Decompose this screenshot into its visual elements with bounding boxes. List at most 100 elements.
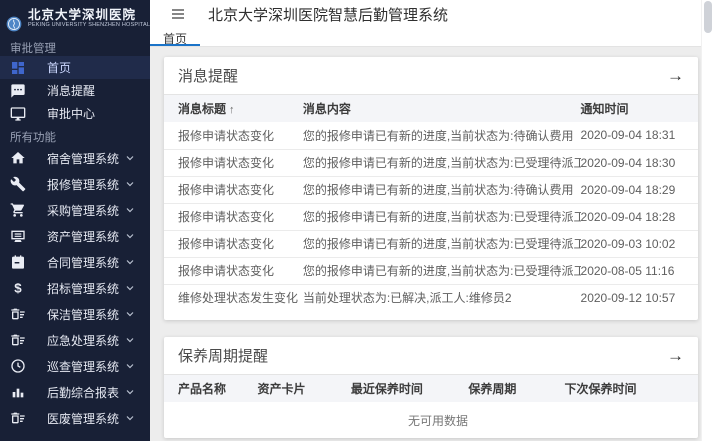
- chevron-down-icon: [124, 204, 136, 216]
- table-row[interactable]: 维修处理状态发生变化当前处理状态为:已解决,派工人:维修员22020-09-12…: [164, 284, 698, 311]
- sidebar-item[interactable]: 首页: [0, 56, 150, 79]
- arrow-right-icon[interactable]: →: [667, 347, 684, 364]
- messages-column-header[interactable]: 消息标题↑: [164, 95, 303, 122]
- sidebar-item[interactable]: 后勤综合报表: [0, 379, 150, 405]
- sidebar-item-label: 资产管理系统: [47, 228, 124, 245]
- trash-icon: [10, 410, 26, 426]
- sidebar-item[interactable]: 合同管理系统: [0, 249, 150, 275]
- contract-icon: [10, 254, 26, 270]
- trash-icon: [10, 332, 26, 348]
- chevron-down-icon: [124, 230, 136, 242]
- logo-title: 北京大学深圳医院: [28, 9, 150, 22]
- sidebar-item[interactable]: 宿舍管理系统: [0, 145, 150, 171]
- table-row[interactable]: 报修申请状态变化您的报修申请已有新的进度,当前状态为:待确认费用2020-09-…: [164, 176, 698, 203]
- gauge-icon: [10, 358, 26, 374]
- arrow-right-icon[interactable]: →: [667, 67, 684, 84]
- sidebar-item[interactable]: 医废管理系统: [0, 405, 150, 431]
- message-title-cell: 报修申请状态变化: [164, 230, 303, 257]
- message-content-cell: 您的报修申请已有新的进度,当前状态为:已受理待派工: [303, 257, 581, 284]
- message-time-cell: 2020-09-04 18:28: [581, 203, 698, 230]
- hospital-emblem-icon: [6, 11, 22, 27]
- sidebar-item-label: 消息提醒: [47, 82, 142, 99]
- message-time-cell: 2020-09-04 18:31: [581, 122, 698, 149]
- maintenance-card: 保养周期提醒 → 产品名称资产卡片最近保养时间保养周期下次保养时间 无可用数据: [164, 337, 698, 438]
- sidebar-item[interactable]: 应急处理系统: [0, 327, 150, 353]
- sidebar-item-label: 审批中心: [47, 105, 142, 122]
- messages-card-title: 消息提醒: [178, 65, 238, 86]
- message-content-cell: 您的报修申请已有新的进度,当前状态为:待确认费用: [303, 122, 581, 149]
- table-row[interactable]: 报修申请状态变化您的报修申请已有新的进度,当前状态为:已受理待派工2020-09…: [164, 203, 698, 230]
- sidebar-section-label: 审批管理: [0, 36, 150, 56]
- chevron-down-icon: [124, 412, 136, 424]
- message-time-cell: 2020-09-04 18:30: [581, 149, 698, 176]
- sidebar-item[interactable]: 保洁管理系统: [0, 301, 150, 327]
- table-row[interactable]: 报修申请状态变化您的报修申请已有新的进度,当前状态为:已受理待派工2020-09…: [164, 149, 698, 176]
- sidebar-item-label: 医废管理系统: [47, 410, 124, 427]
- monitor-icon: [10, 106, 26, 122]
- sidebar-item[interactable]: 巡查管理系统: [0, 353, 150, 379]
- message-title-cell: 报修申请状态变化: [164, 149, 303, 176]
- maintenance-column-header[interactable]: 下次保养时间: [564, 375, 698, 402]
- tab-bar: 首页: [150, 28, 714, 47]
- maintenance-column-header[interactable]: 保养周期: [468, 375, 564, 402]
- message-icon: [10, 83, 26, 99]
- message-content-cell: 您的报修申请已有新的进度,当前状态为:已受理待派工: [303, 203, 581, 230]
- maintenance-table: 产品名称资产卡片最近保养时间保养周期下次保养时间 无可用数据: [164, 375, 698, 438]
- sidebar-item[interactable]: 审批中心: [0, 102, 150, 125]
- maintenance-column-header[interactable]: 最近保养时间: [351, 375, 468, 402]
- message-title-cell: 报修申请状态变化: [164, 176, 303, 203]
- sidebar-item-label: 应急处理系统: [47, 332, 124, 349]
- sidebar-item[interactable]: 资产管理系统: [0, 223, 150, 249]
- chevron-down-icon: [124, 282, 136, 294]
- logo-subtitle: PEKING UNIVERSITY SHENZHEN HOSPITAL: [28, 22, 150, 28]
- scrollbar[interactable]: [701, 0, 714, 441]
- tab-home[interactable]: 首页: [150, 28, 200, 46]
- sidebar-item[interactable]: 采购管理系统: [0, 197, 150, 223]
- message-content-cell: 当前处理状态为:已解决,派工人:维修员2: [303, 284, 581, 311]
- sidebar-item-label: 后勤综合报表: [47, 384, 124, 401]
- scrollbar-thumb[interactable]: [704, 1, 712, 33]
- message-title-cell: 维修处理状态发生变化: [164, 284, 303, 311]
- sidebar-item[interactable]: $ 招标管理系统: [0, 275, 150, 301]
- message-time-cell: 2020-08-05 11:16: [581, 257, 698, 284]
- message-title-cell: 报修申请状态变化: [164, 203, 303, 230]
- sidebar-item-label: 报修管理系统: [47, 176, 124, 193]
- sidebar-item[interactable]: 消息提醒: [0, 79, 150, 102]
- sidebar: 北京大学深圳医院 PEKING UNIVERSITY SHENZHEN HOSP…: [0, 0, 150, 441]
- sidebar-section-label: 所有功能: [0, 125, 150, 145]
- sidebar-item[interactable]: 报修管理系统: [0, 171, 150, 197]
- chart-icon: [10, 384, 26, 400]
- message-content-cell: 您的报修申请已有新的进度,当前状态为:已受理待派工: [303, 230, 581, 257]
- table-row[interactable]: 报修申请状态变化您的报修申请已有新的进度,当前状态为:已受理待派工2020-09…: [164, 230, 698, 257]
- messages-table: 消息标题↑消息内容通知时间 报修申请状态变化您的报修申请已有新的进度,当前状态为…: [164, 95, 698, 311]
- maintenance-card-title: 保养周期提醒: [178, 345, 268, 366]
- main-area: 北京大学深圳医院智慧后勤管理系统 首页 消息提醒 → 消息标题↑消息内容通知时间…: [150, 0, 714, 441]
- table-row[interactable]: 报修申请状态变化您的报修申请已有新的进度,当前状态为:待确认费用2020-09-…: [164, 122, 698, 149]
- chevron-down-icon: [124, 334, 136, 346]
- menu-toggle-button[interactable]: [170, 6, 186, 22]
- table-row[interactable]: 报修申请状态变化您的报修申请已有新的进度,当前状态为:已受理待派工2020-08…: [164, 257, 698, 284]
- sidebar-item-label: 保洁管理系统: [47, 306, 124, 323]
- hospital-logo: 北京大学深圳医院 PEKING UNIVERSITY SHENZHEN HOSP…: [0, 0, 150, 36]
- message-time-cell: 2020-09-12 10:57: [581, 284, 698, 311]
- sidebar-item-label: 招标管理系统: [47, 280, 124, 297]
- sort-ascending-icon: ↑: [229, 104, 235, 116]
- message-time-cell: 2020-09-04 18:29: [581, 176, 698, 203]
- home-icon: [10, 150, 26, 166]
- maintenance-column-header[interactable]: 资产卡片: [257, 375, 350, 402]
- messages-card-header: 消息提醒 →: [164, 57, 698, 95]
- message-time-cell: 2020-09-03 10:02: [581, 230, 698, 257]
- app-root: 北京大学深圳医院 PEKING UNIVERSITY SHENZHEN HOSP…: [0, 0, 714, 441]
- wrench-icon: [10, 176, 26, 192]
- message-content-cell: 您的报修申请已有新的进度,当前状态为:待确认费用: [303, 176, 581, 203]
- trash-icon: [10, 306, 26, 322]
- messages-column-header[interactable]: 通知时间: [581, 95, 698, 122]
- message-content-cell: 您的报修申请已有新的进度,当前状态为:已受理待派工: [303, 149, 581, 176]
- chevron-down-icon: [124, 308, 136, 320]
- message-title-cell: 报修申请状态变化: [164, 122, 303, 149]
- messages-column-header[interactable]: 消息内容: [303, 95, 581, 122]
- maintenance-column-header[interactable]: 产品名称: [164, 375, 257, 402]
- messages-card: 消息提醒 → 消息标题↑消息内容通知时间 报修申请状态变化您的报修申请已有新的进…: [164, 57, 698, 320]
- svg-text:$: $: [14, 281, 22, 296]
- chevron-down-icon: [124, 152, 136, 164]
